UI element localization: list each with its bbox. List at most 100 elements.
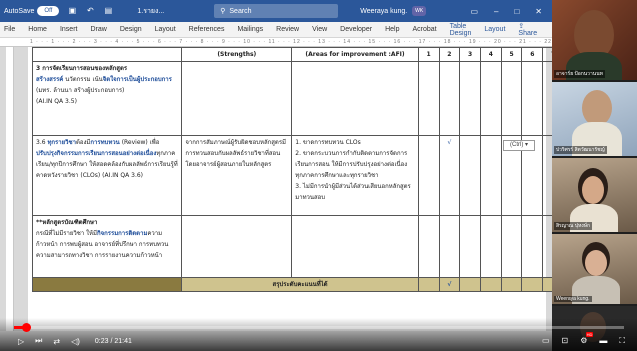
table-cell[interactable] [459,215,481,278]
user-avatar[interactable]: WK [412,6,427,16]
miniplayer-icon[interactable]: ⊡ [562,336,569,346]
header-improvement[interactable]: (Areas for improvement :AFI) [291,47,419,62]
share-button[interactable]: ⇪ Share [518,22,550,37]
participant-tile[interactable]: ปวริศรร์ สิตวัฒนารัชญ์ [552,82,637,156]
volume-icon[interactable]: ◁) [71,337,80,346]
search-input[interactable]: ⚲ Search [214,4,339,18]
table-cell[interactable] [459,277,481,292]
table-cell[interactable] [291,215,419,278]
tab-mailings[interactable]: Mailings [237,26,263,33]
tab-references[interactable]: References [189,26,225,33]
tab-home[interactable]: Home [28,26,47,33]
table-cell[interactable] [459,135,481,216]
table-cell[interactable] [500,277,523,292]
summary-label[interactable]: สรุประดับคะแนนที่ได้ [181,277,419,292]
table-cell[interactable] [479,277,502,292]
tab-file[interactable]: File [4,26,15,33]
tab-acrobat[interactable]: Acrobat [412,26,436,33]
tab-layout[interactable]: Layout [155,26,176,33]
progress-bar[interactable] [14,323,624,332]
shuffle-icon[interactable]: ⇄ [53,337,60,346]
participant-tile[interactable]: Weeraya kung. [552,234,637,304]
score-col-header[interactable]: 4 [479,47,502,62]
ribbon-display-icon[interactable]: ▭ [470,7,478,16]
tab-design[interactable]: Design [120,26,142,33]
progress-scrubber[interactable] [21,323,31,332]
table-cell[interactable] [479,61,502,136]
autosave-toggle[interactable]: Off [37,6,60,16]
table-cell[interactable] [417,277,440,292]
table-cell[interactable] [291,61,419,136]
table-cell[interactable] [500,61,523,136]
score-col-header[interactable]: 5 [500,47,523,62]
tab-draw[interactable]: Draw [90,26,106,33]
tab-help[interactable]: Help [385,26,399,33]
table-cell[interactable] [417,61,440,136]
table-cell[interactable] [459,61,481,136]
table-cell[interactable] [542,215,552,278]
document-page[interactable]: (Strengths) (Areas for improvement :AFI)… [28,47,552,331]
save-icon[interactable]: ▣ [67,6,77,16]
table-cell[interactable] [479,135,502,216]
horizontal-ruler[interactable]: 1 · · · 1 · · · 2 · · · 3 · · · 4 · · · … [0,38,552,47]
settings-icon[interactable]: ⚙ HD [580,332,594,346]
criteria-cell[interactable]: 3.6 ทุกรายวิชาต้องมีการทบทวน (Review) เพ… [31,135,183,216]
score-col-header[interactable]: 1 [417,47,440,62]
score-col-header[interactable]: 2 [438,47,461,62]
table-cell[interactable] [417,215,440,278]
table-cell[interactable] [521,277,544,292]
strengths-cell[interactable]: จากการสัมภาษณ์ผู้รับผิดชอบหลักสูตรมีการท… [181,135,293,216]
minimize-icon[interactable]: – [494,7,498,16]
autosave-control[interactable]: AutoSave Off [4,6,60,16]
paste-options-chip[interactable]: (Ctrl) ▾ [503,140,535,151]
tab-developer[interactable]: Developer [340,26,372,33]
captions-icon[interactable]: ▭ [542,336,550,346]
participant-name: Weeraya kung. [554,296,592,302]
document-title[interactable]: 1.รายง... [137,6,164,17]
table-cell[interactable] [542,61,552,136]
window-controls: ▭ – □ ✕ [470,7,548,16]
score-check[interactable]: √ [438,135,461,216]
score-col-header[interactable]: 7 [542,47,552,62]
time-display: 0:23 / 21:41 [94,337,132,345]
participant-tile[interactable]: สิรญาณ ปุหงษ์ก [552,158,637,232]
tab-table-layout[interactable]: Layout [484,26,505,33]
section-title-cell[interactable]: 3 การจัดเรียนการสอนของหลักสูตร สร้างสรรค… [31,61,183,136]
close-icon[interactable]: ✕ [535,7,542,16]
table-cell[interactable] [542,277,552,292]
table-cell[interactable] [438,215,461,278]
table-cell[interactable] [181,61,293,136]
undo-icon[interactable]: ↶ [85,6,95,16]
theater-icon[interactable]: ▬ [599,336,607,346]
table-cell[interactable] [438,61,461,136]
table-cell[interactable] [521,215,544,278]
fullscreen-icon[interactable]: ⛶ [619,336,625,346]
table-cell[interactable] [521,61,544,136]
score-col-header[interactable]: 6 [521,47,544,62]
grad-cell[interactable]: **หลักสูตรบัณฑิตศึกษา กรณีที่ไม่มีรายวิช… [31,215,183,278]
summary-check[interactable]: √ [438,277,461,292]
summary-cell[interactable] [31,277,183,292]
maximize-icon[interactable]: □ [514,7,519,16]
table-cell[interactable] [500,215,523,278]
document-icon[interactable]: ▤ [103,6,113,16]
participant-tile[interactable]: อาจาร์ย ป้อกนวานนท [552,0,637,80]
header-strengths[interactable]: (Strengths) [181,47,293,62]
assessment-table[interactable]: (Strengths) (Areas for improvement :AFI)… [31,47,552,292]
table-cell[interactable] [542,135,552,216]
user-name[interactable]: Weeraya kung. [360,8,407,15]
tab-view[interactable]: View [312,26,327,33]
table-cell[interactable] [417,135,440,216]
score-col-header[interactable]: 3 [459,47,481,62]
tab-table-design[interactable]: Table Design [450,23,472,37]
vertical-ruler[interactable] [6,47,14,331]
improvement-cell[interactable]: 1. ขาดการทบทวน CLOs 2. ขาดกระบวนการกำกับ… [291,135,419,216]
tab-insert[interactable]: Insert [60,26,78,33]
tab-review[interactable]: Review [276,26,299,33]
header-criteria[interactable] [31,47,183,62]
criteria-bold: ปรับปรุงกิจกรรมการเรียนการสอนอย่างต่อเนื… [36,150,157,157]
table-cell[interactable] [479,215,502,278]
next-icon[interactable]: ⏭ [35,336,42,346]
table-cell[interactable] [181,215,293,278]
play-icon[interactable]: ▷ [18,337,24,346]
